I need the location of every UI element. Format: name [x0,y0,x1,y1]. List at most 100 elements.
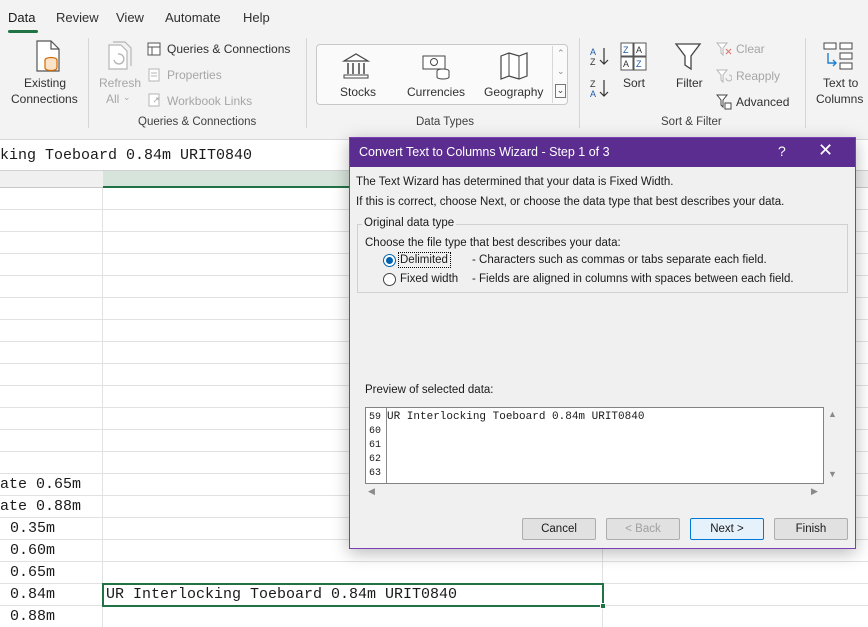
svg-text:A: A [623,59,629,69]
preview-row-number: 60 [369,426,382,437]
svg-text:Z: Z [636,59,642,69]
tab-view[interactable]: View [116,10,144,25]
scroll-up-icon[interactable]: ⌃ [557,48,565,59]
svg-text:Z: Z [590,57,596,67]
refresh-all-icon [108,41,132,70]
cell-text: ate 0.88m [0,498,82,515]
original-data-type-legend: Original data type [362,217,457,229]
properties-icon [148,68,160,82]
finish-button[interactable]: Finish [774,518,848,540]
preview-text: UR Interlocking Toeboard 0.84m URIT0840 [387,411,645,423]
sort-az-icon[interactable]: A Z [589,46,611,68]
radio-fixed-width-description: - Fields are aligned in columns with spa… [472,273,794,285]
queries-connections-icon [147,42,161,56]
radio-fixed-width-label: Fixed width [400,273,459,285]
scroll-down-icon[interactable]: ⌄ [557,66,565,77]
dialog-title: Convert Text to Columns Wizard - Step 1 … [359,145,610,159]
cancel-button[interactable]: Cancel [522,518,596,540]
group-label-datatypes: Data Types [416,116,474,128]
next-button[interactable]: Next > [690,518,764,540]
data-preview[interactable]: 59 60 61 62 63 UR Interlocking Toeboard … [365,407,824,484]
cell-text: 0.84m [10,586,56,603]
ribbon-separator [579,38,580,128]
cell-text: 0.88m [10,608,56,625]
svg-text:A: A [590,47,596,57]
preview-row-number: 62 [369,454,382,465]
preview-label: Preview of selected data: [365,384,494,396]
currencies-label: Currencies [407,85,466,99]
wizard-description-1: The Text Wizard has determined that your… [356,176,674,188]
scroll-left-icon[interactable]: ◀ [368,486,375,497]
preview-horizontal-scrollbar[interactable]: ◀ ▶ [365,484,824,500]
wizard-description-2: If this is correct, choose Next, or choo… [356,196,785,208]
tab-automate[interactable]: Automate [165,10,221,25]
text-to-columns-label-2: Columns [816,92,864,106]
stocks-icon [341,53,371,79]
preview-row-number: 59 [369,412,382,423]
svg-text:Z: Z [623,45,629,55]
data-types-gallery-scroll[interactable]: ⌃ ⌄ ⌄ [552,46,567,103]
ribbon-tabs: Data Review View Automate Help [0,0,868,34]
active-cell-text: UR Interlocking Toeboard 0.84m URIT0840 [106,586,458,603]
reapply-icon [716,69,732,83]
clear-label: Clear [736,42,765,56]
sort-za-icon[interactable]: Z A [589,78,611,100]
currencies-icon [422,55,450,80]
cell-text: 0.65m [10,564,56,581]
radio-delimited-label: Delimited [400,254,448,266]
existing-connections-label-1: Existing [24,76,67,90]
cell-text: 0.60m [10,542,56,559]
scroll-up-icon[interactable]: ▲ [828,409,837,419]
radio-delimited-button[interactable] [383,254,396,267]
cell-text: ate 0.65m [0,476,82,493]
close-icon[interactable]: ✕ [818,140,833,161]
reapply-label: Reapply [736,69,781,83]
preview-row-number: 61 [369,440,382,451]
text-to-columns-icon [823,42,853,70]
text-to-columns-wizard-dialog: Convert Text to Columns Wizard - Step 1 … [349,137,856,549]
gallery-more-icon[interactable]: ⌄ [555,84,566,98]
scroll-down-icon[interactable]: ▼ [828,469,837,479]
cell-text: 0.35m [10,520,56,537]
preview-row-number: 63 [369,468,382,479]
ribbon-separator [88,38,89,128]
geography-label: Geography [484,85,544,99]
group-label-sortfilter: Sort & Filter [661,116,722,128]
svg-text:Z: Z [590,79,596,89]
advanced-icon [716,94,732,110]
active-tab-indicator [8,30,38,33]
fill-handle[interactable] [600,603,606,609]
geography-icon [500,52,528,80]
dialog-title-bar[interactable]: Convert Text to Columns Wizard - Step 1 … [350,138,855,167]
workbook-links-icon [148,93,160,107]
formula-bar-text: king Toeboard 0.84m URIT0840 [0,147,253,164]
workbook-links-label: Workbook Links [167,94,253,108]
queries-connections-label: Queries & Connections [167,42,291,56]
text-to-columns-label-1: Text to [823,76,859,90]
ribbon-separator [306,38,307,128]
advanced-label: Advanced [736,95,790,109]
radio-delimited-description: - Characters such as commas or tabs sepa… [472,254,767,266]
refresh-all-label-2: All [106,92,120,106]
ribbon-separator [805,38,806,128]
back-button[interactable]: < Back [606,518,680,540]
row-divider [0,561,868,562]
filter-label: Filter [676,76,703,90]
scroll-right-icon[interactable]: ▶ [811,486,818,497]
properties-label: Properties [167,68,222,82]
filter-icon [674,43,702,71]
sort-icon: Z A A Z [620,42,647,71]
clear-icon [716,42,732,56]
help-icon[interactable]: ? [778,143,786,159]
existing-connections-icon [36,40,60,72]
preview-vertical-scrollbar[interactable]: ▲ ▼ [824,407,841,484]
tab-help[interactable]: Help [243,10,270,25]
tab-data[interactable]: Data [8,10,35,25]
existing-connections-label-2: Connections [11,92,78,106]
group-label-queries: Queries & Connections [138,116,257,128]
radio-fixed-width-button[interactable] [383,273,396,286]
tab-review[interactable]: Review [56,10,99,25]
svg-text:A: A [590,89,596,99]
choose-file-type-label: Choose the file type that best describes… [365,237,621,249]
chevron-down-icon: ⌄ [123,92,131,102]
